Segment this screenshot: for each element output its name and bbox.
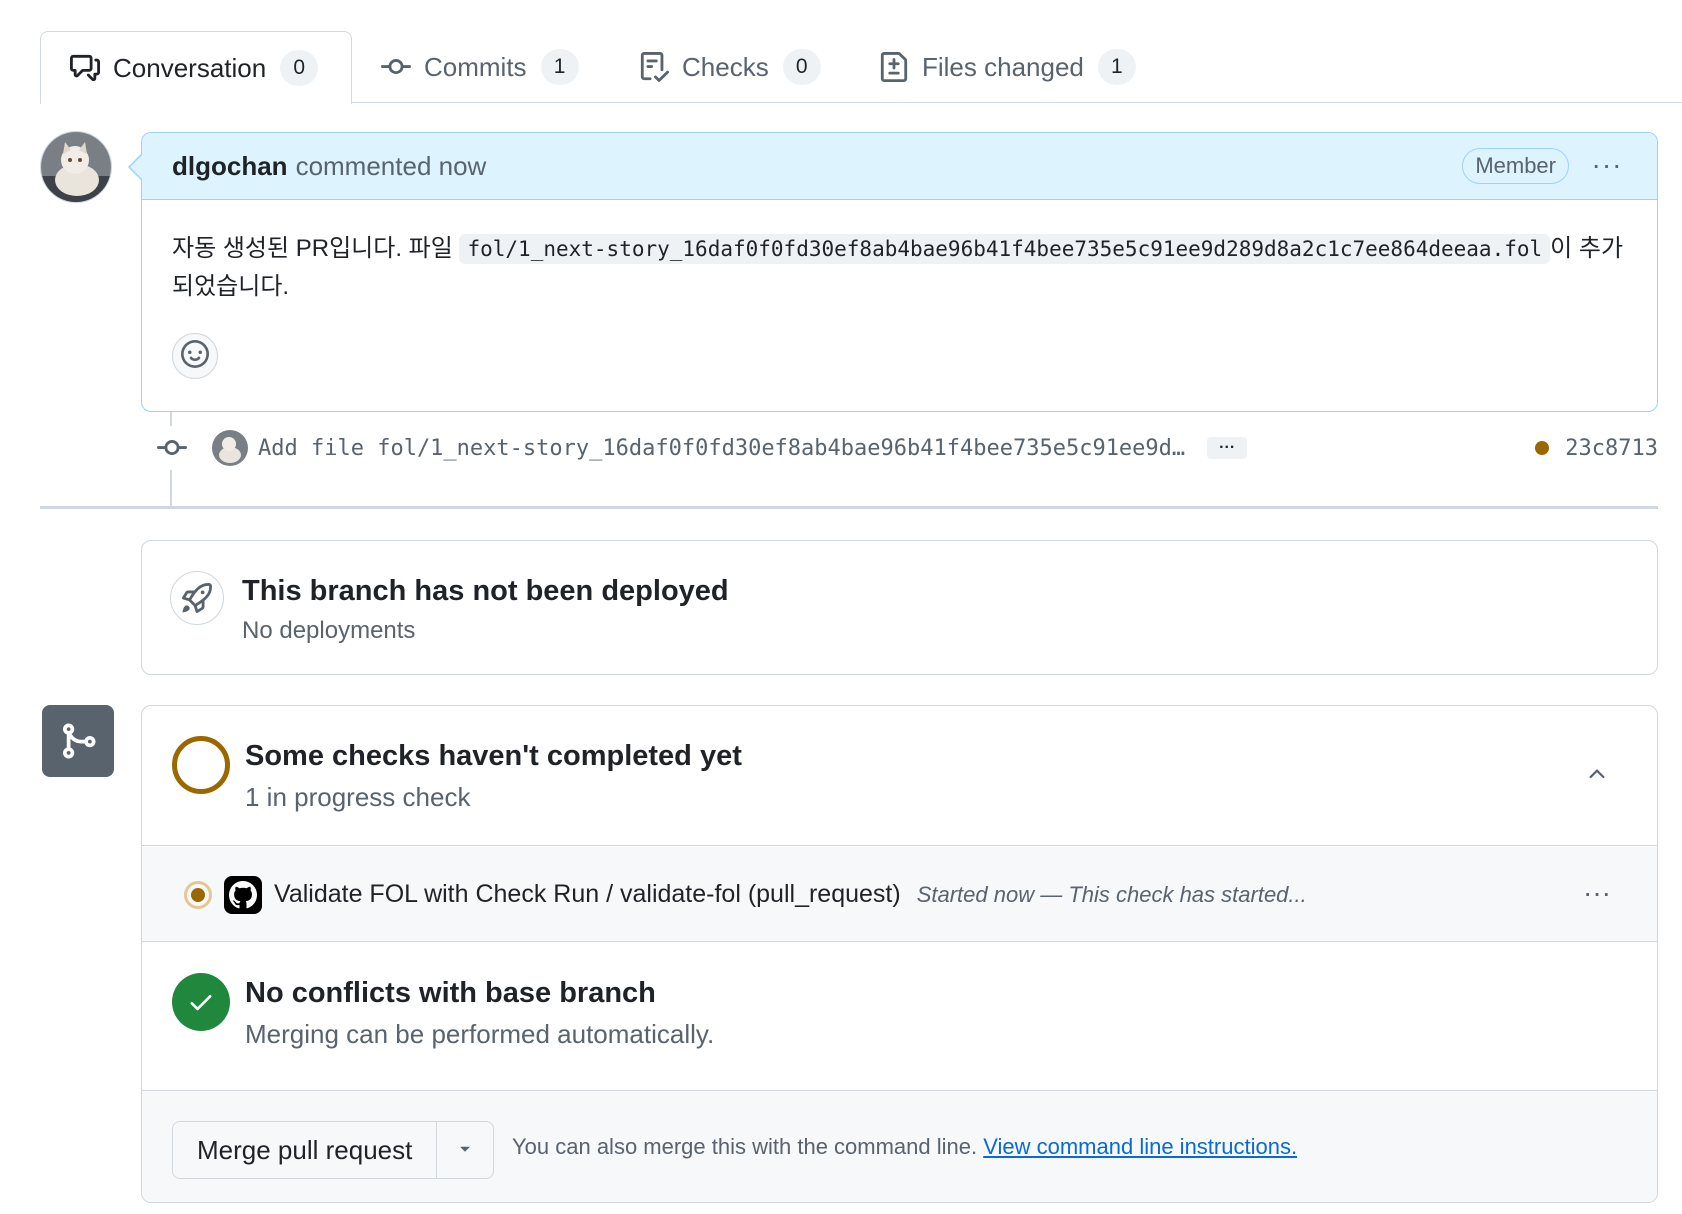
timeline-commit: Add file fol/1_next-story_16daf0f0fd30ef… (150, 423, 1658, 473)
tab-checks[interactable]: Checks 0 (638, 31, 821, 103)
commit-author-avatar[interactable] (212, 430, 248, 466)
comment-header: dlgochan commented now Member ··· (142, 133, 1657, 200)
command-line-text: You can also merge this with the command… (512, 1134, 984, 1159)
timeline-divider (40, 506, 1658, 509)
comment-body: 자동 생성된 PR입니다. 파일 fol/1_next-story_16daf0… (142, 200, 1657, 306)
triangle-down-icon (455, 1138, 475, 1163)
tab-count: 0 (782, 49, 821, 85)
git-commit-icon (380, 51, 412, 83)
check-run-description: Started now — This check has started... (916, 881, 1307, 907)
checks-subtitle: 1 in progress check (245, 782, 471, 812)
merge-button-group: Merge pull request (172, 1121, 495, 1179)
comment-text-before: 자동 생성된 PR입니다. 파일 (172, 235, 460, 262)
merge-pull-request-button[interactable]: Merge pull request (173, 1122, 438, 1178)
pr-tabs: Conversation 0 Commits 1 Checks 0 Files … (40, 31, 1682, 104)
conflicts-status: No conflicts with base branch Merging ca… (142, 943, 1657, 1091)
checklist-icon (638, 51, 670, 83)
avatar[interactable] (40, 131, 112, 203)
smiley-icon (181, 339, 209, 373)
comment-options-button[interactable]: ··· (1587, 145, 1627, 185)
deployment-status-box: This branch has not been deployed No dep… (141, 540, 1658, 675)
check-run: Validate FOL with Check Run / validate-f… (184, 847, 1657, 942)
pending-status-dot[interactable] (1535, 441, 1550, 455)
git-commit-icon (150, 426, 194, 470)
deployment-subtitle: No deployments (242, 617, 416, 644)
checks-title: Some checks haven't completed yet (245, 740, 742, 772)
git-merge-icon (42, 705, 114, 777)
deployment-title: This branch has not been deployed (242, 575, 729, 607)
tab-files-changed[interactable]: Files changed 1 (878, 31, 1136, 103)
tab-count: 0 (280, 50, 319, 86)
merge-box: Some checks haven't completed yet 1 in p… (141, 705, 1658, 1203)
pending-status-icon (172, 736, 230, 794)
conflicts-title: No conflicts with base branch (245, 977, 656, 1009)
tab-label: Checks (682, 51, 769, 82)
comment-pointer-fill (130, 155, 142, 179)
comment-timestamp[interactable]: commented now (296, 151, 487, 182)
commit-sha[interactable]: 23c8713 (1565, 436, 1658, 461)
tab-count: 1 (540, 49, 579, 85)
rocket-icon (170, 571, 224, 625)
merge-actions: Merge pull request You can also merge th… (142, 1091, 1657, 1202)
tab-label: Files changed (922, 51, 1084, 82)
github-actions-logo-icon (224, 875, 262, 914)
file-diff-icon (878, 51, 910, 83)
tab-conversation[interactable]: Conversation 0 (40, 31, 352, 104)
check-run-row: Validate FOL with Check Run / validate-f… (142, 847, 1657, 942)
pr-description-comment: dlgochan commented now Member ··· 자동 생성된… (141, 132, 1658, 412)
chevron-up-icon[interactable] (1585, 762, 1609, 786)
merge-options-dropdown[interactable] (437, 1122, 493, 1178)
conflicts-subtitle: Merging can be performed automatically. (245, 1019, 715, 1049)
tab-count: 1 (1097, 49, 1136, 85)
add-reaction-button[interactable] (172, 333, 218, 379)
check-run-name[interactable]: Validate FOL with Check Run / validate-f… (274, 880, 901, 909)
tab-commits[interactable]: Commits 1 (380, 31, 579, 103)
comment-discussion-icon (69, 52, 101, 84)
checks-summary[interactable]: Some checks haven't completed yet 1 in p… (142, 706, 1657, 846)
check-options-button[interactable]: ··· (1583, 877, 1611, 909)
file-path-code: fol/1_next-story_16daf0f0fd30ef8ab4bae96… (459, 234, 1551, 264)
command-line-hint: You can also merge this with the command… (512, 1134, 1297, 1160)
commit-status: 23c8713 (1535, 423, 1658, 473)
member-badge: Member (1462, 148, 1569, 184)
view-command-line-instructions-link[interactable]: View command line instructions. (983, 1134, 1297, 1159)
check-icon (172, 973, 230, 1031)
commit-message[interactable]: Add file fol/1_next-story_16daf0f0fd30ef… (258, 436, 1185, 461)
in-progress-status-icon (184, 880, 212, 909)
expand-commit-message-button[interactable]: ··· (1207, 437, 1248, 459)
tab-label: Conversation (113, 52, 267, 83)
tab-label: Commits (424, 51, 527, 82)
comment-author[interactable]: dlgochan (172, 151, 288, 182)
